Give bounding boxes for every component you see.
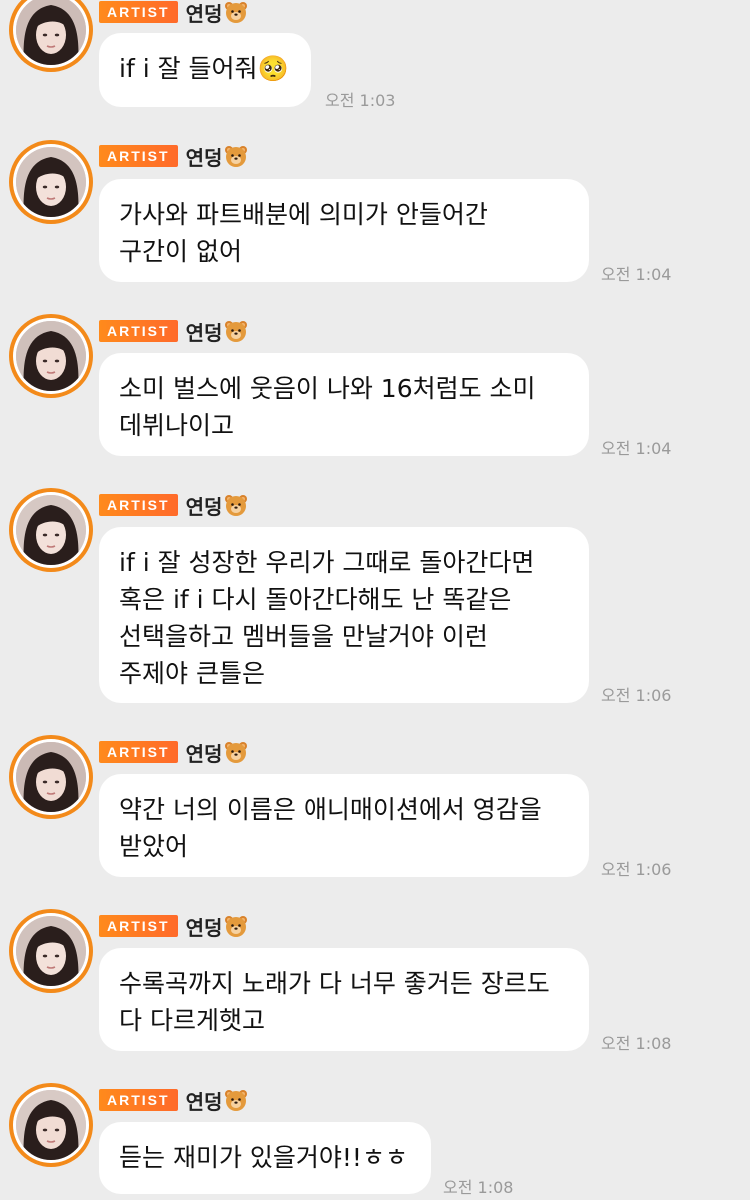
message-bubble[interactable]: 듣는 재미가 있을거야!!ㅎㅎ: [99, 1122, 431, 1194]
timestamp: 오전 1:04: [601, 439, 672, 458]
timestamp: 오전 1:06: [601, 860, 672, 879]
chat-log: ARTIST 연덩 if i 잘 들어줘🥺 오전 1:03 ARTIST 연덩 …: [0, 0, 750, 1200]
artist-badge: ARTIST: [99, 145, 178, 167]
profile-photo: [16, 742, 86, 812]
artist-badge: ARTIST: [99, 741, 178, 763]
message-text: if i 잘 들어줘🥺: [119, 54, 289, 83]
avatar[interactable]: [9, 735, 93, 819]
sender-row: ARTIST 연덩: [99, 317, 248, 345]
sender-name: 연덩: [185, 1089, 223, 1114]
sender-name: 연덩: [185, 494, 223, 519]
message-bubble[interactable]: 약간 너의 이름은 애니매이션에서 영감을 받았어: [99, 774, 589, 877]
bear-face-icon: [224, 740, 248, 764]
artist-badge: ARTIST: [99, 320, 178, 342]
profile-photo: [16, 0, 86, 65]
sender-name: 연덩: [185, 741, 223, 766]
avatar[interactable]: [9, 909, 93, 993]
sender-row: ARTIST 연덩: [99, 738, 248, 766]
message-bubble[interactable]: 수록곡까지 노래가 다 너무 좋거든 장르도 다 다르게햇고: [99, 948, 589, 1051]
message-text: 가사와 파트배분에 의미가 안들어간: [119, 200, 488, 229]
avatar[interactable]: [9, 1083, 93, 1167]
message-text: 수록곡까지 노래가 다 너무 좋거든 장르도: [119, 969, 550, 998]
bear-face-icon: [224, 0, 248, 24]
message-text: 다 다르게햇고: [119, 1006, 265, 1035]
message-bubble[interactable]: if i 잘 성장한 우리가 그때로 돌아간다면 혹은 if i 다시 돌아간다…: [99, 527, 589, 703]
sender-name: 연덩: [185, 915, 223, 940]
message-text: 구간이 없어: [119, 237, 242, 266]
artist-badge: ARTIST: [99, 1, 178, 23]
message-bubble[interactable]: 가사와 파트배분에 의미가 안들어간 구간이 없어: [99, 179, 589, 282]
profile-photo: [16, 495, 86, 565]
sender-row: ARTIST 연덩: [99, 0, 248, 26]
profile-photo: [16, 147, 86, 217]
sender-name: 연덩: [185, 145, 223, 170]
timestamp: 오전 1:03: [325, 91, 396, 110]
message-text: 받았어: [119, 832, 189, 861]
message-text: 약간 너의 이름은 애니매이션에서 영감을: [119, 795, 542, 824]
bear-face-icon: [224, 914, 248, 938]
avatar[interactable]: [9, 314, 93, 398]
message-text: 듣는 재미가 있을거야!!ㅎㅎ: [119, 1143, 408, 1172]
message-text: 선택을하고 멤버들을 만날거야 이런: [119, 622, 488, 651]
sender-row: ARTIST 연덩: [99, 1086, 248, 1114]
avatar[interactable]: [9, 488, 93, 572]
message-text: 주제야 큰틀은: [119, 659, 265, 688]
avatar[interactable]: [9, 140, 93, 224]
avatar[interactable]: [9, 0, 93, 72]
bear-face-icon: [224, 1088, 248, 1112]
message-text: 데뷔나이고: [119, 411, 235, 440]
sender-row: ARTIST 연덩: [99, 912, 248, 940]
artist-badge: ARTIST: [99, 494, 178, 516]
bear-face-icon: [224, 144, 248, 168]
profile-photo: [16, 1090, 86, 1160]
timestamp: 오전 1:04: [601, 265, 672, 284]
profile-photo: [16, 321, 86, 391]
timestamp: 오전 1:08: [443, 1178, 514, 1197]
bear-face-icon: [224, 493, 248, 517]
artist-badge: ARTIST: [99, 915, 178, 937]
bear-face-icon: [224, 319, 248, 343]
artist-badge: ARTIST: [99, 1089, 178, 1111]
sender-name: 연덩: [185, 1, 223, 26]
sender-name: 연덩: [185, 320, 223, 345]
profile-photo: [16, 916, 86, 986]
message-text: 혹은 if i 다시 돌아간다해도 난 똑같은: [119, 585, 512, 614]
message-text: if i 잘 성장한 우리가 그때로 돌아간다면: [119, 548, 535, 577]
message-text: 소미 벌스에 웃음이 나와 16처럼도 소미: [119, 374, 536, 403]
sender-row: ARTIST 연덩: [99, 142, 248, 170]
sender-row: ARTIST 연덩: [99, 491, 248, 519]
message-bubble[interactable]: 소미 벌스에 웃음이 나와 16처럼도 소미 데뷔나이고: [99, 353, 589, 456]
timestamp: 오전 1:06: [601, 686, 672, 705]
message-bubble[interactable]: if i 잘 들어줘🥺: [99, 33, 311, 107]
timestamp: 오전 1:08: [601, 1034, 672, 1053]
